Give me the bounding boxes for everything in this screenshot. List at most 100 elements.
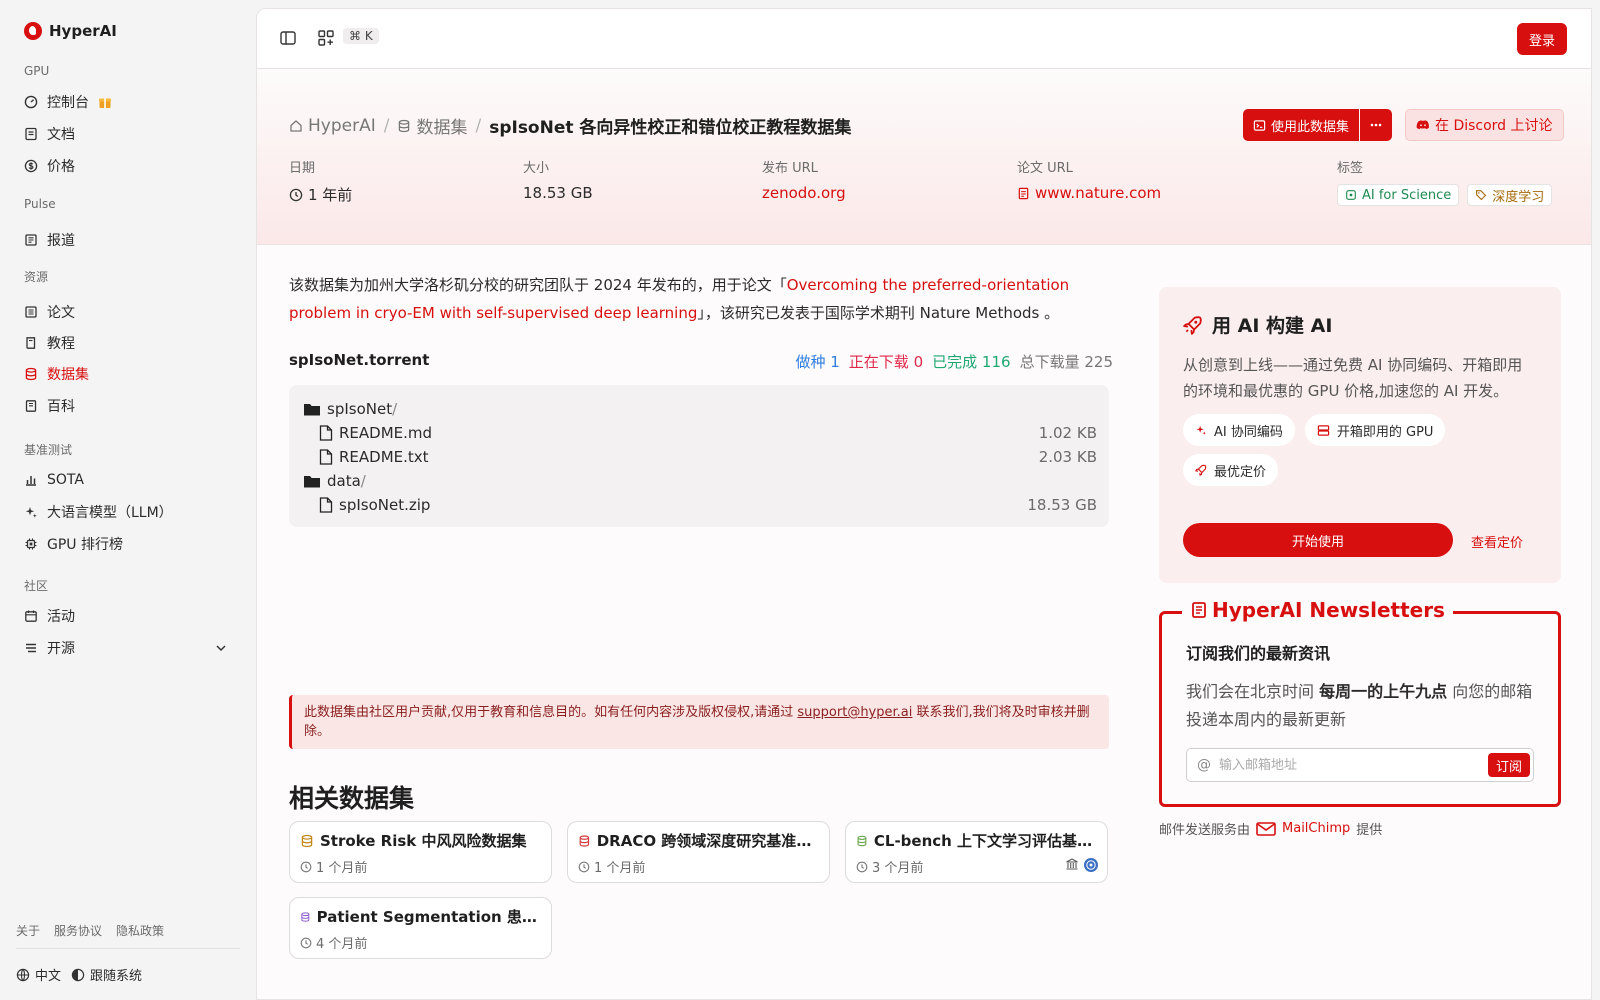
globe-icon: [16, 968, 30, 981]
breadcrumb-home[interactable]: HyperAI: [289, 116, 376, 136]
folder-slash: /: [392, 400, 398, 418]
feature-chips: AI 协同编码 开箱即用的 GPU 最优定价: [1183, 414, 1483, 486]
folder-icon: [304, 476, 320, 488]
file-icon: [319, 497, 333, 513]
discord-discuss-button[interactable]: 在 Discord 上讨论: [1405, 109, 1564, 141]
sidebar-item-open-source[interactable]: 开源: [16, 633, 240, 663]
related-dataset-card[interactable]: Stroke Risk 中风风险数据集 1 个月前: [289, 821, 552, 883]
promo-card: 用 AI 构建 AI 从创意到上线——通过免费 AI 协同编码、开箱即用的环境和…: [1159, 287, 1561, 583]
newsletter-text-part: 我们会在北京时间: [1186, 682, 1320, 701]
tag-icon: [1476, 190, 1487, 201]
related-dataset-date: 1 个月前: [316, 861, 368, 876]
tag-deep-learning[interactable]: 深度学习: [1467, 184, 1553, 206]
sidebar-item-wiki[interactable]: 百科: [16, 391, 240, 421]
subscribe-button[interactable]: 订阅: [1487, 753, 1530, 777]
related-dataset-title: Stroke Risk 中风风险数据集: [320, 832, 527, 850]
file-name: spIsoNet: [327, 400, 393, 418]
folder-row[interactable]: spIsoNet/: [303, 397, 1097, 421]
support-email-link[interactable]: support@hyper.ai: [797, 705, 912, 720]
clock-icon: [856, 861, 868, 872]
seeding-label: 做种: [795, 353, 826, 371]
nav-section-resources: 资源: [24, 270, 49, 284]
chip-ready-gpu[interactable]: 开箱即用的 GPU: [1304, 414, 1446, 446]
sidebar-item-papers[interactable]: 论文: [16, 297, 240, 327]
tag-ai-for-science[interactable]: AI for Science: [1337, 184, 1460, 206]
chip-best-price[interactable]: 最优定价: [1183, 454, 1279, 486]
database-icon: [579, 834, 590, 847]
paper-url-link[interactable]: www.nature.com: [1017, 184, 1161, 202]
theme-switcher[interactable]: 跟随系统: [71, 965, 142, 984]
apps-grid-icon[interactable]: [317, 29, 335, 47]
institution-icon: [1066, 858, 1078, 870]
dataset-description: 该数据集为加州大学洛杉矶分校的研究团队于 2024 年发布的，用于论文「Over…: [289, 271, 1119, 327]
mail-provider-prefix: 邮件发送服务由: [1159, 823, 1251, 838]
language-switcher[interactable]: 中文: [16, 965, 61, 984]
chip-icon: [24, 537, 38, 551]
view-pricing-link[interactable]: 查看定价: [1471, 532, 1523, 551]
sidebar-item-docs[interactable]: 文档: [16, 119, 240, 149]
file-name: spIsoNet.zip: [339, 496, 431, 514]
meta-tags-label: 标签: [1337, 161, 1364, 176]
atom-icon: [1346, 190, 1356, 200]
tag-label: AI for Science: [1362, 187, 1452, 203]
footer-link-terms[interactable]: 服务协议: [54, 922, 102, 939]
sidebar-item-label: 大语言模型（LLM）: [47, 505, 173, 521]
newsletter-title: 订阅我们的最新资讯: [1186, 644, 1331, 663]
sidebar-item-llm[interactable]: 大语言模型（LLM）: [16, 497, 240, 527]
promo-title-text: 用 AI 构建 AI: [1212, 315, 1333, 337]
login-button[interactable]: 登录: [1517, 23, 1567, 55]
discord-label: 在 Discord 上讨论: [1435, 118, 1553, 134]
sidebar-toggle-icon[interactable]: [279, 29, 297, 47]
related-dataset-date: 4 个月前: [316, 937, 368, 952]
clock-icon: [578, 861, 590, 872]
sidebar-item-events[interactable]: 活动: [16, 601, 240, 631]
sidebar-item-label: GPU 排行榜: [47, 537, 123, 553]
chevron-down-icon[interactable]: [214, 641, 228, 655]
related-dataset-date: 3 个月前: [872, 861, 924, 876]
downloading-stat: 正在下载 0: [849, 351, 923, 372]
sidebar-item-gpu-leaderboard[interactable]: GPU 排行榜: [16, 529, 240, 559]
database-icon: [301, 911, 310, 922]
newspaper-icon: [24, 233, 38, 247]
dollar-icon: [24, 159, 38, 173]
file-name: README.md: [339, 424, 433, 442]
related-dataset-card[interactable]: CL-bench 上下文学习评估基准数据集 3 个月前: [845, 821, 1108, 883]
footer-link-privacy[interactable]: 隐私政策: [116, 922, 164, 939]
completed-label: 已完成: [932, 353, 978, 371]
gift-icon: [98, 95, 112, 109]
sidebar-item-sota[interactable]: SOTA: [16, 465, 240, 495]
book-icon: [24, 336, 38, 350]
sidebar-item-tutorials[interactable]: 教程: [16, 328, 240, 358]
chip-ai-coding[interactable]: AI 协同编码: [1183, 414, 1295, 446]
breadcrumb-home-label: HyperAI: [308, 115, 376, 136]
folder-row[interactable]: data/: [303, 469, 1097, 493]
sidebar-item-datasets[interactable]: 数据集: [16, 359, 240, 389]
sidebar-item-console[interactable]: 控制台: [16, 87, 240, 117]
terminal-icon: [1253, 119, 1266, 131]
sidebar-item-pricing[interactable]: 价格: [16, 151, 240, 181]
torrent-filename[interactable]: spIsoNet.torrent: [289, 351, 429, 369]
notice-text: 此数据集由社区用户贡献,仅用于教育和信息目的。如有任何内容涉及版权侵权,请通过: [304, 705, 798, 720]
paper-icon: [24, 305, 38, 319]
file-row[interactable]: README.md 1.02 KB: [303, 421, 1097, 445]
related-dataset-card[interactable]: DRACO 跨领域深度研究基准数据集 1 个月前: [567, 821, 830, 883]
get-started-button[interactable]: 开始使用: [1183, 523, 1453, 557]
calendar-icon: [24, 609, 38, 623]
sidebar-item-reports[interactable]: 报道: [16, 225, 240, 255]
email-input[interactable]: [1219, 757, 1479, 773]
sidebar-item-label: 活动: [47, 609, 75, 625]
file-row[interactable]: README.txt 2.03 KB: [303, 445, 1097, 469]
file-row[interactable]: spIsoNet.zip 18.53 GB: [303, 493, 1097, 517]
mailchimp-link[interactable]: MailChimp: [1282, 821, 1350, 836]
sidebar-item-label: 论文: [47, 305, 75, 321]
use-dataset-button[interactable]: 使用此数据集: [1243, 109, 1360, 141]
footer-divider: [16, 948, 240, 949]
more-options-button[interactable]: [1360, 109, 1393, 141]
publish-url-link[interactable]: zenodo.org: [762, 184, 846, 202]
breadcrumb-datasets[interactable]: 数据集: [397, 113, 467, 138]
related-dataset-card[interactable]: Patient Segmentation 患者分群数据集 4 个月前: [289, 897, 552, 959]
brand-logo[interactable]: HyperAI: [24, 22, 117, 40]
chip-label: 开箱即用的 GPU: [1336, 424, 1434, 440]
footer-options: 中文 跟随系统: [16, 965, 142, 984]
footer-link-about[interactable]: 关于: [16, 922, 40, 939]
